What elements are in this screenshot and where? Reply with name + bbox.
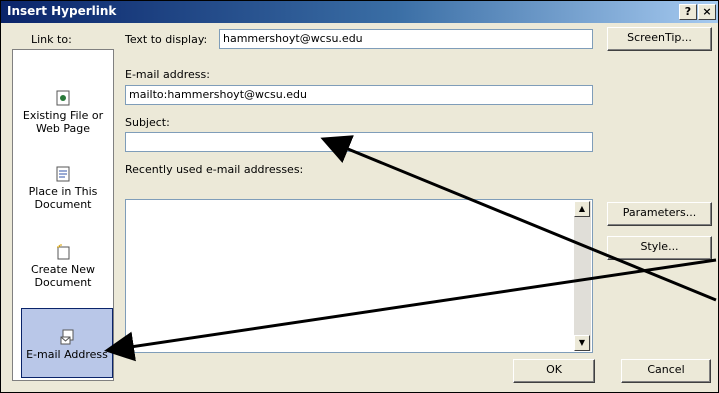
arrow-to-email-address-item — [104, 258, 717, 362]
arrow-to-email-field — [320, 135, 717, 302]
annotation-arrows — [104, 135, 717, 362]
